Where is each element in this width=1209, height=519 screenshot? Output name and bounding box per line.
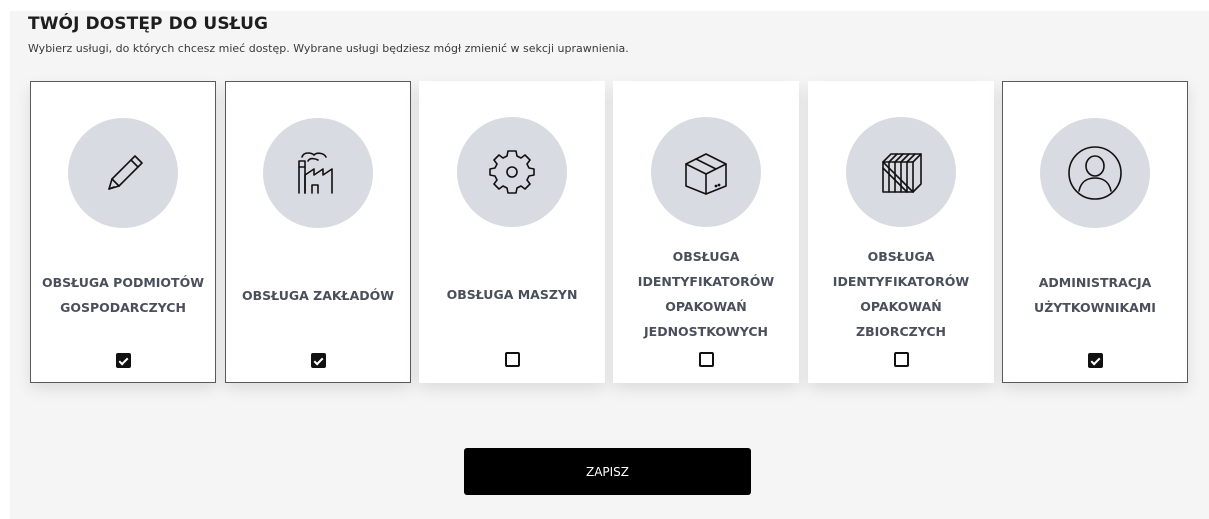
save-button[interactable]: ZAPISZ xyxy=(464,448,751,495)
factory-icon xyxy=(298,152,333,194)
service-label: OBSŁUGA IDENTYFIKATORÓW OPAKOWAŃ JEDNOST… xyxy=(637,249,775,339)
service-label: OBSŁUGA ZAKŁADÓW xyxy=(241,287,395,303)
service-checkbox[interactable] xyxy=(115,353,131,368)
service-checkbox[interactable] xyxy=(893,352,909,367)
crate-icon xyxy=(882,153,922,193)
icon-badge xyxy=(846,117,956,227)
services-panel: TWÓJ DOSTĘP DO USŁUG Wybierz usługi, do … xyxy=(10,11,1209,519)
gear-icon xyxy=(489,150,535,194)
service-label: OBSŁUGA PODMIOTÓW GOSPODARCZYCH xyxy=(42,275,204,315)
service-cards: OBSŁUGA PODMIOTÓW GOSPODARCZYCH OBSŁUGA … xyxy=(30,81,1190,383)
user-icon xyxy=(1068,146,1122,200)
icon-badge xyxy=(263,118,373,228)
service-label: ADMINISTRACJA UŻYTKOWNIKAMI xyxy=(1034,275,1156,315)
service-label: OBSŁUGA IDENTYFIKATORÓW OPAKOWAŃ ZBIORCZ… xyxy=(832,249,970,339)
service-card-user-administration[interactable]: ADMINISTRACJA UŻYTKOWNIKAMI xyxy=(1002,81,1188,383)
box-icon xyxy=(685,153,727,195)
service-card-business-entities[interactable]: OBSŁUGA PODMIOTÓW GOSPODARCZYCH xyxy=(30,81,216,383)
service-card-unit-package-ids[interactable]: OBSŁUGA IDENTYFIKATORÓW OPAKOWAŃ JEDNOST… xyxy=(613,81,799,383)
page-title: TWÓJ DOSTĘP DO USŁUG xyxy=(28,14,269,34)
service-card-plants[interactable]: OBSŁUGA ZAKŁADÓW xyxy=(225,81,411,383)
service-checkbox[interactable] xyxy=(698,352,714,367)
icon-badge xyxy=(457,117,567,227)
page-subtitle: Wybierz usługi, do których chcesz mieć d… xyxy=(28,42,629,55)
service-card-machines[interactable]: OBSŁUGA MASZYN xyxy=(419,81,605,383)
service-label: OBSŁUGA MASZYN xyxy=(446,286,578,302)
service-card-bulk-package-ids[interactable]: OBSŁUGA IDENTYFIKATORÓW OPAKOWAŃ ZBIORCZ… xyxy=(808,81,994,383)
service-checkbox[interactable] xyxy=(310,353,326,368)
icon-badge xyxy=(1040,118,1150,228)
icon-badge xyxy=(651,117,761,227)
pencil-icon xyxy=(108,155,143,190)
service-checkbox[interactable] xyxy=(1087,353,1103,368)
service-checkbox[interactable] xyxy=(504,352,520,367)
icon-badge xyxy=(68,118,178,228)
